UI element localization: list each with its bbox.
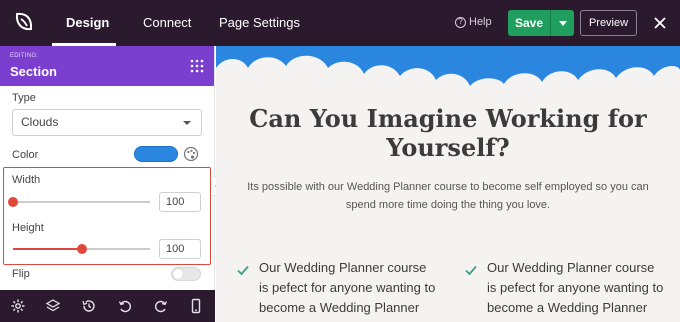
- width-slider-track[interactable]: [13, 201, 150, 203]
- save-button-group: Save: [508, 10, 574, 36]
- width-slider-handle[interactable]: [8, 197, 18, 207]
- chevron-down-icon: [183, 121, 191, 125]
- settings-sidebar: EDITING: Section Type Clouds Color Width…: [0, 46, 215, 290]
- preview-button[interactable]: Preview: [580, 10, 637, 36]
- color-label: Color: [12, 149, 39, 161]
- tab-page-settings[interactable]: Page Settings: [219, 0, 300, 46]
- history-icon[interactable]: [81, 298, 97, 314]
- type-select[interactable]: Clouds: [12, 109, 202, 136]
- height-slider-fill: [13, 248, 82, 250]
- check-icon: [465, 265, 477, 276]
- undo-icon[interactable]: [117, 298, 133, 314]
- editing-title: Section: [10, 64, 57, 79]
- palette-icon[interactable]: [183, 146, 199, 162]
- page-subtext: Its possible with our Wedding Planner co…: [247, 181, 649, 211]
- flip-label: Flip: [12, 268, 30, 280]
- feature-text: Our Wedding Planner course is pefect for…: [487, 260, 664, 315]
- close-icon[interactable]: [652, 15, 668, 31]
- height-input[interactable]: 100: [159, 239, 201, 259]
- tab-connect[interactable]: Connect: [143, 0, 191, 46]
- help-label: Help: [469, 16, 492, 28]
- tab-design[interactable]: Design: [66, 0, 109, 46]
- page-preview-canvas[interactable]: Can You Imagine Working for Yourself? It…: [216, 46, 680, 322]
- flip-toggle[interactable]: [171, 267, 201, 281]
- width-input[interactable]: 100: [159, 192, 201, 212]
- mobile-preview-icon[interactable]: [188, 298, 204, 314]
- top-bar: Design Connect Page Settings ? Help Save…: [0, 0, 680, 46]
- color-swatch[interactable]: [134, 146, 178, 162]
- save-options-chevron-down-icon[interactable]: [551, 10, 574, 36]
- width-label: Width: [12, 174, 41, 186]
- editing-header: EDITING: Section: [0, 46, 214, 86]
- redo-icon[interactable]: [153, 298, 169, 314]
- height-slider-handle[interactable]: [76, 244, 87, 254]
- page-headline: Can You Imagine Working for Yourself?: [249, 104, 647, 162]
- bottom-toolbar: [0, 290, 215, 322]
- grid-dots-icon[interactable]: [190, 59, 204, 73]
- layers-icon[interactable]: [45, 298, 61, 314]
- type-select-value: Clouds: [21, 115, 59, 129]
- save-button[interactable]: Save: [508, 10, 550, 36]
- seedprod-logo-icon[interactable]: [12, 10, 36, 34]
- question-icon: ?: [455, 16, 466, 28]
- height-label: Height: [12, 222, 44, 234]
- editing-caption: EDITING:: [10, 53, 39, 59]
- feature-text: Our Wedding Planner course is pefect for…: [259, 260, 436, 315]
- flip-toggle-knob: [173, 269, 183, 279]
- type-label: Type: [12, 92, 36, 104]
- check-icon: [237, 265, 249, 276]
- gear-icon[interactable]: [10, 298, 26, 314]
- help-link[interactable]: ? Help: [455, 16, 492, 28]
